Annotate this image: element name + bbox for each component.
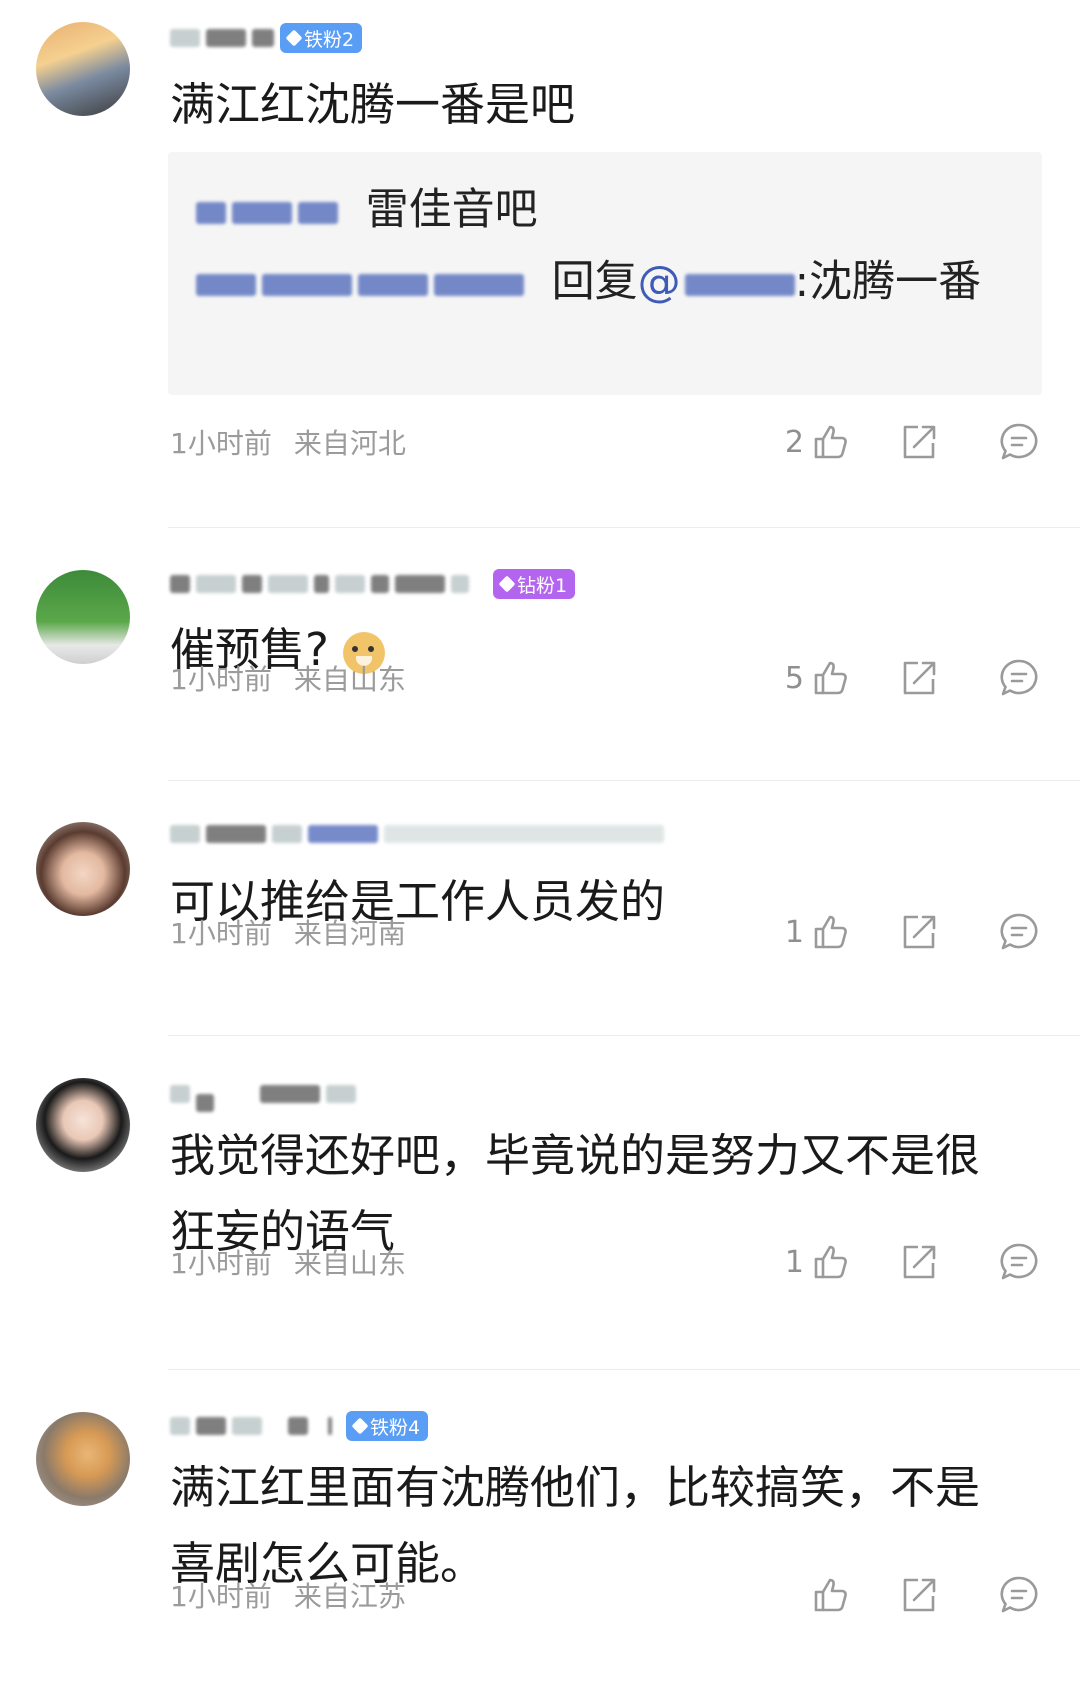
user-avatar[interactable] [36,822,130,916]
like-button[interactable]: 2 [742,421,852,463]
share-icon[interactable] [898,421,940,463]
like-count: 2 [784,424,804,460]
comment-actions: 1 [742,1237,1040,1287]
user-avatar[interactable] [36,22,130,116]
location: 来自江苏 [293,1580,406,1613]
divider [168,527,1080,528]
location: 来自河北 [293,427,406,460]
comment-actions [742,1570,1040,1620]
comment-actions: 2 [742,417,1040,467]
comment-meta: 1小时前 来自河南 [170,912,406,952]
user-avatar[interactable] [36,1412,130,1506]
diamond-icon [351,1417,369,1435]
quote-line-2: 回复@ :沈腾一番 [196,246,1014,318]
username[interactable]: 铁粉4 [170,1408,429,1444]
share-icon[interactable] [898,1574,940,1616]
like-count: 1 [784,914,804,950]
timestamp: 1小时前 [170,917,272,950]
comment-meta: 1小时前 来自山东 [170,658,406,698]
fan-badge[interactable]: 铁粉4 [346,1411,429,1441]
reply-icon[interactable] [998,1241,1040,1283]
reply-icon[interactable] [998,657,1040,699]
timestamp: 1小时前 [170,663,272,696]
user-avatar[interactable] [36,1078,130,1172]
share-icon[interactable] [898,657,940,699]
like-button[interactable] [742,1574,852,1616]
mention-link[interactable]: @ [638,257,681,307]
thumbs-up-icon [810,1574,852,1616]
comment-actions: 1 [742,907,1040,957]
thumbs-up-icon [810,1241,852,1283]
like-button[interactable]: 1 [742,1241,852,1283]
divider [168,780,1080,781]
like-button[interactable]: 1 [742,911,852,953]
comment-meta: 1小时前 来自河北 [170,422,406,462]
reply-prefix: 回复 [551,257,638,307]
like-count: 5 [784,660,804,696]
comment-actions: 5 [742,653,1040,703]
like-count: 1 [784,1244,804,1280]
thumbs-up-icon [810,911,852,953]
quote-text: 雷佳音吧 [365,185,538,235]
share-icon[interactable] [898,1241,940,1283]
divider [168,1035,1080,1036]
divider [168,1369,1080,1370]
reply-icon[interactable] [998,421,1040,463]
quoted-reply[interactable]: 雷佳音吧 回复@ :沈腾一番 [168,152,1042,395]
timestamp: 1小时前 [170,1580,272,1613]
reply-icon[interactable] [998,1574,1040,1616]
username[interactable] [170,1076,356,1112]
comment-meta: 1小时前 来自山东 [170,1242,406,1282]
comment-text: 满江红沈腾一番是吧 [170,78,576,131]
badge-label: 钻粉1 [517,574,568,597]
user-avatar[interactable] [36,570,130,664]
diamond-icon [498,575,516,593]
timestamp: 1小时前 [170,427,272,460]
fan-badge[interactable]: 铁粉2 [280,23,363,53]
thumbs-up-icon [810,657,852,699]
quote-line-1: 雷佳音吧 [196,174,1014,246]
reply-text: :沈腾一番 [794,257,982,307]
share-icon[interactable] [898,911,940,953]
location: 来自河南 [293,917,406,950]
username[interactable]: 铁粉2 [170,20,363,56]
timestamp: 1小时前 [170,1247,272,1280]
comment-meta: 1小时前 来自江苏 [170,1575,406,1615]
like-button[interactable]: 5 [742,657,852,699]
thumbs-up-icon [810,421,852,463]
reply-icon[interactable] [998,911,1040,953]
username[interactable]: 钻粉1 [170,566,576,602]
username[interactable] [170,816,664,852]
diamond-icon [285,29,303,47]
badge-label: 铁粉2 [304,28,355,51]
fan-badge[interactable]: 钻粉1 [493,569,576,599]
badge-label: 铁粉4 [370,1416,421,1439]
location: 来自山东 [293,1247,406,1280]
location: 来自山东 [293,663,406,696]
